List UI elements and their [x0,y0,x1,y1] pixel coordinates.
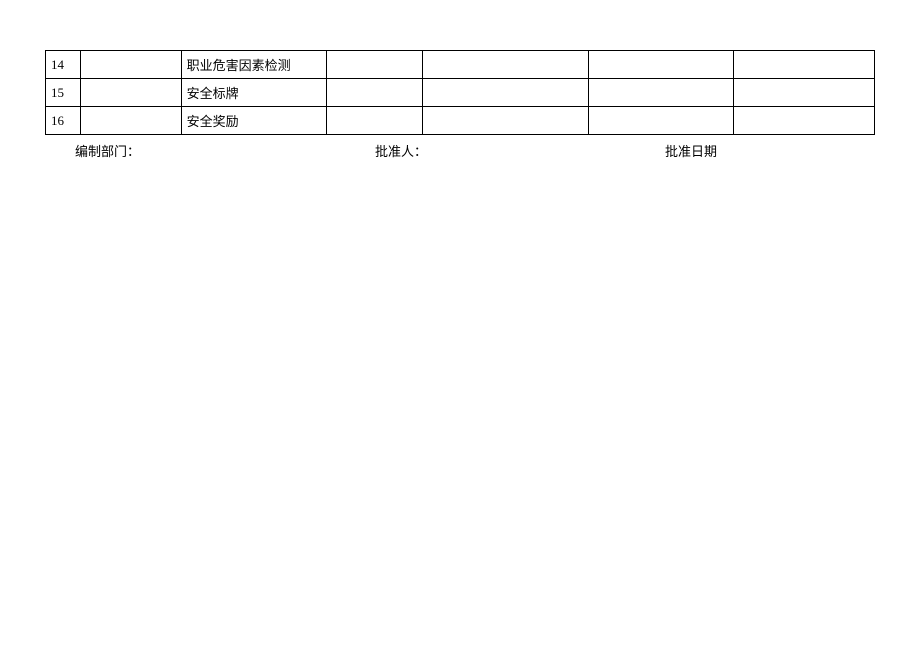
cell-item: 职业危害因素检测 [181,51,327,79]
cell [81,51,181,79]
cell-item: 安全标牌 [181,79,327,107]
cell [327,79,422,107]
cell [734,79,875,107]
footer: 编制部门： 批准人： 批准日期 [45,141,875,160]
cell-num: 16 [46,107,81,135]
cell-num: 14 [46,51,81,79]
cell [422,79,588,107]
approver-label: 批准人： [375,141,665,160]
approve-date-label: 批准日期 [665,141,717,160]
cell [422,107,588,135]
cell [327,107,422,135]
cell [734,51,875,79]
cell [81,79,181,107]
cell [81,107,181,135]
cell [422,51,588,79]
cell [327,51,422,79]
table-row: 16 安全奖励 [46,107,875,135]
data-table: 14 职业危害因素检测 15 安全标牌 16 安全奖励 [45,50,875,135]
cell [588,79,734,107]
table-row: 15 安全标牌 [46,79,875,107]
cell-item: 安全奖励 [181,107,327,135]
dept-label: 编制部门： [75,141,375,160]
document-container: 14 职业危害因素检测 15 安全标牌 16 安全奖励 [0,0,920,160]
table-row: 14 职业危害因素检测 [46,51,875,79]
cell [588,107,734,135]
cell [734,107,875,135]
cell [588,51,734,79]
cell-num: 15 [46,79,81,107]
